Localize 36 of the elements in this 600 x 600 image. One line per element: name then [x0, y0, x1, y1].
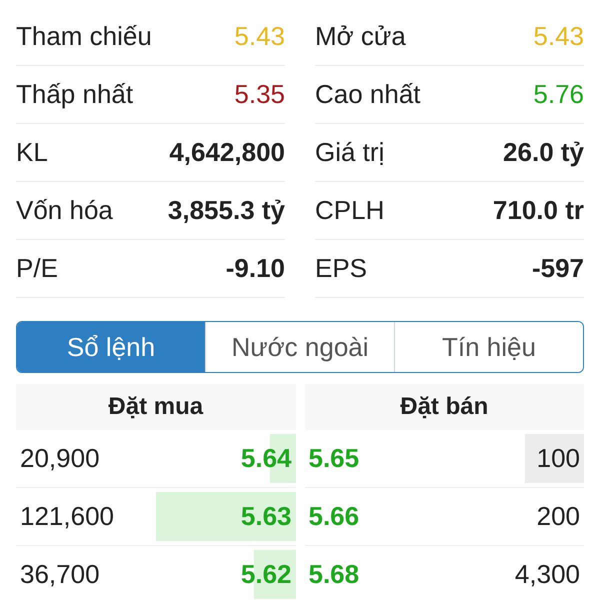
stat-value: 5.43	[533, 21, 584, 52]
stat-value: -597	[532, 253, 584, 284]
ask-price: 5.66	[308, 501, 360, 532]
stat-value: 5.76	[533, 79, 584, 110]
bid-price: 5.64	[240, 443, 292, 474]
stat-value: 26.0 tỷ	[503, 137, 584, 168]
column-header: Đặt bán	[304, 384, 584, 430]
stat-label: CPLH	[315, 195, 384, 226]
stat-label: P/E	[16, 253, 58, 284]
bid-volume: 36,700	[20, 559, 100, 590]
stat-label: Mở cửa	[315, 21, 406, 52]
stat-value: 5.43	[234, 21, 285, 52]
stat-label: Giá trị	[315, 137, 384, 168]
stat-value: -9.10	[226, 253, 285, 284]
stat-label: KL	[16, 137, 48, 168]
stat-label: Thấp nhất	[16, 79, 134, 110]
ask-price: 5.65	[308, 443, 360, 474]
stat-value: 4,642,800	[169, 137, 285, 168]
stat-label: EPS	[315, 253, 368, 284]
ask-volume: 200	[536, 501, 580, 532]
stat-label: Tham chiếu	[16, 21, 152, 52]
tab[interactable]: Sổ lệnh	[17, 322, 205, 372]
stat-value: 5.35	[234, 79, 285, 110]
stat-value: 710.0 tr	[492, 195, 584, 226]
bid-price: 5.63	[240, 501, 292, 532]
ask-volume: 100	[536, 443, 580, 474]
stat-label: Vốn hóa	[16, 195, 113, 226]
bid-volume: 20,900	[20, 443, 100, 474]
ask-price: 5.68	[308, 559, 360, 590]
ask-volume: 4,300	[514, 559, 580, 590]
stat-value: 3,855.3 tỷ	[168, 195, 285, 226]
bid-price: 5.62	[240, 559, 292, 590]
tab[interactable]: Tín hiệu	[394, 322, 583, 372]
stat-label: Cao nhất	[315, 79, 421, 110]
column-header: Đặt mua	[16, 384, 296, 430]
bid-volume: 121,600	[20, 501, 114, 532]
